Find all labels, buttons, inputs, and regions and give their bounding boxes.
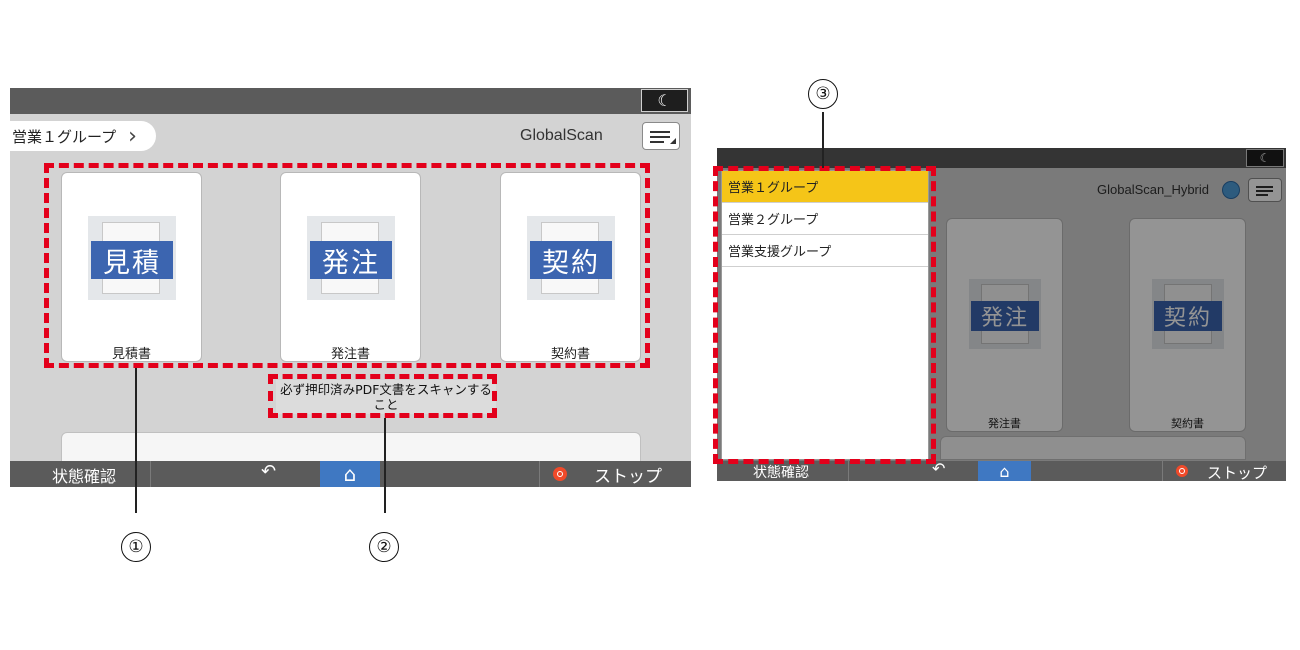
stop-icon bbox=[553, 467, 567, 481]
highlight-dropdown-area bbox=[713, 166, 936, 464]
chevron-right-icon: › bbox=[128, 123, 137, 149]
group-select-button[interactable]: 営業１グループ › bbox=[10, 121, 156, 151]
callout-2: ② bbox=[369, 532, 399, 562]
moon-icon: ☾ bbox=[657, 91, 672, 110]
highlight-message-area bbox=[268, 374, 497, 418]
home-button[interactable]: ⌂ bbox=[978, 461, 1031, 481]
stop-button[interactable]: ストップ bbox=[594, 462, 662, 487]
menu-button[interactable] bbox=[642, 122, 680, 150]
callout-1: ① bbox=[121, 532, 151, 562]
back-icon[interactable]: ↶ bbox=[261, 461, 276, 482]
callout-line-3 bbox=[822, 112, 824, 168]
stop-button[interactable]: ストップ bbox=[1207, 462, 1267, 483]
info-panel bbox=[61, 432, 641, 462]
callout-3: ③ bbox=[808, 79, 838, 109]
left-energy-saver-button[interactable]: ☾ bbox=[641, 89, 688, 112]
status-check-button[interactable]: 状態確認 bbox=[52, 463, 116, 487]
callout-line-2 bbox=[384, 418, 386, 513]
callout-line-1 bbox=[135, 368, 137, 513]
home-icon: ⌂ bbox=[343, 462, 357, 486]
left-top-bar bbox=[10, 88, 691, 114]
home-button[interactable]: ⌂ bbox=[320, 461, 380, 487]
group-button-label: 営業１グループ bbox=[12, 127, 117, 146]
stop-icon bbox=[1176, 465, 1188, 477]
app-title: GlobalScan bbox=[520, 127, 603, 144]
status-check-button[interactable]: 状態確認 bbox=[753, 462, 809, 482]
highlight-template-area bbox=[44, 163, 650, 368]
home-icon: ⌂ bbox=[999, 461, 1010, 481]
